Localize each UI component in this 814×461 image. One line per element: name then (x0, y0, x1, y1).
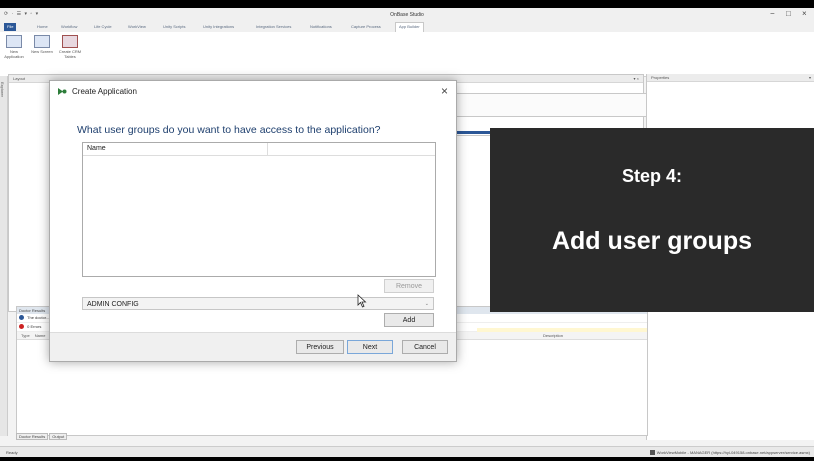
error-icon (19, 324, 24, 330)
grid-header: Name (83, 143, 435, 156)
create-crm-tables-icon (62, 35, 78, 48)
tab-doctor-results[interactable]: Doctor Results (16, 433, 49, 440)
app-title: OnBase Studio (390, 12, 424, 18)
name-column-header[interactable]: Name (87, 143, 106, 155)
add-button[interactable]: Add (384, 313, 434, 327)
database-icon (649, 450, 655, 456)
create-application-dialog: Create Application × What user groups do… (49, 80, 457, 362)
next-button[interactable]: Next (347, 340, 393, 354)
cancel-button[interactable]: Cancel (402, 340, 448, 354)
minimize-button[interactable]: − (770, 9, 775, 18)
chevron-down-icon[interactable]: ▾ (809, 74, 811, 81)
step-number: Step 4: (621, 166, 682, 186)
tab-output[interactable]: Output (49, 433, 68, 440)
status-bar: Ready WorkViewMobile - MANAGER (https://… (0, 446, 814, 457)
close-window-button[interactable]: × (802, 9, 807, 18)
new-screen-icon (34, 35, 50, 48)
mouse-cursor-icon (357, 294, 367, 308)
tab-unity-scripts[interactable]: Unity Scripts (160, 23, 188, 31)
chevron-down-icon[interactable]: ⌄ (425, 298, 429, 311)
title-bar: ⟳ · ☰ ▾ ▫ ▾ OnBase Studio − □ × (0, 8, 814, 22)
tab-capture-process[interactable]: Capture Process (348, 23, 384, 31)
previous-button[interactable]: Previous (296, 340, 344, 354)
dialog-footer: Previous Next Cancel (50, 332, 456, 361)
properties-header: Properties ▾ (647, 74, 814, 82)
tab-workview[interactable]: WorkView (125, 23, 149, 31)
close-icon[interactable]: × (441, 84, 448, 98)
app-builder-icon (58, 88, 67, 95)
maximize-button[interactable]: □ (786, 9, 791, 18)
user-group-select[interactable]: ADMIN CONFIG ⌄ (82, 297, 434, 310)
status-ready: Ready (6, 450, 18, 455)
user-group-select-value: ADMIN CONFIG (87, 301, 139, 308)
tab-home[interactable]: Home (34, 23, 51, 31)
create-crm-tables-button[interactable]: Create CRM Tables (58, 35, 82, 59)
column-divider[interactable] (267, 143, 268, 155)
tab-unity-integrations[interactable]: Unity Integrations (200, 23, 237, 31)
new-application-icon (6, 35, 22, 48)
panel-pin-icon[interactable]: ▾ × (634, 75, 639, 82)
page-title: What user groups do you want to have acc… (77, 124, 381, 136)
tab-workflow[interactable]: Workflow (58, 23, 80, 31)
ribbon: New Application New Screen Create CRM Ta… (0, 32, 814, 77)
dialog-title: Create Application (72, 87, 137, 96)
tab-life-cycle[interactable]: Life Cycle (91, 23, 115, 31)
step-overlay: Step 4: Add user groups (490, 128, 814, 312)
new-application-button[interactable]: New Application (2, 35, 26, 59)
step-description: Add user groups (551, 227, 752, 255)
info-icon (19, 315, 24, 321)
tab-integration-services[interactable]: Integration Services (253, 23, 294, 31)
new-screen-button[interactable]: New Screen (30, 35, 54, 54)
remove-button[interactable]: Remove (384, 279, 434, 293)
tab-file[interactable]: File (4, 23, 17, 31)
tab-notifications[interactable]: Notifications (307, 23, 335, 31)
bottom-tabs: Doctor Results Output (16, 433, 68, 440)
user-groups-list[interactable]: Name (82, 142, 436, 277)
explorer-strip[interactable]: Explorer (0, 76, 8, 436)
explorer-label: Explorer (0, 82, 5, 97)
connection-status: WorkViewMobile - MANAGER (https://hyl-04… (649, 447, 810, 457)
layout-canvas-region (455, 93, 647, 117)
